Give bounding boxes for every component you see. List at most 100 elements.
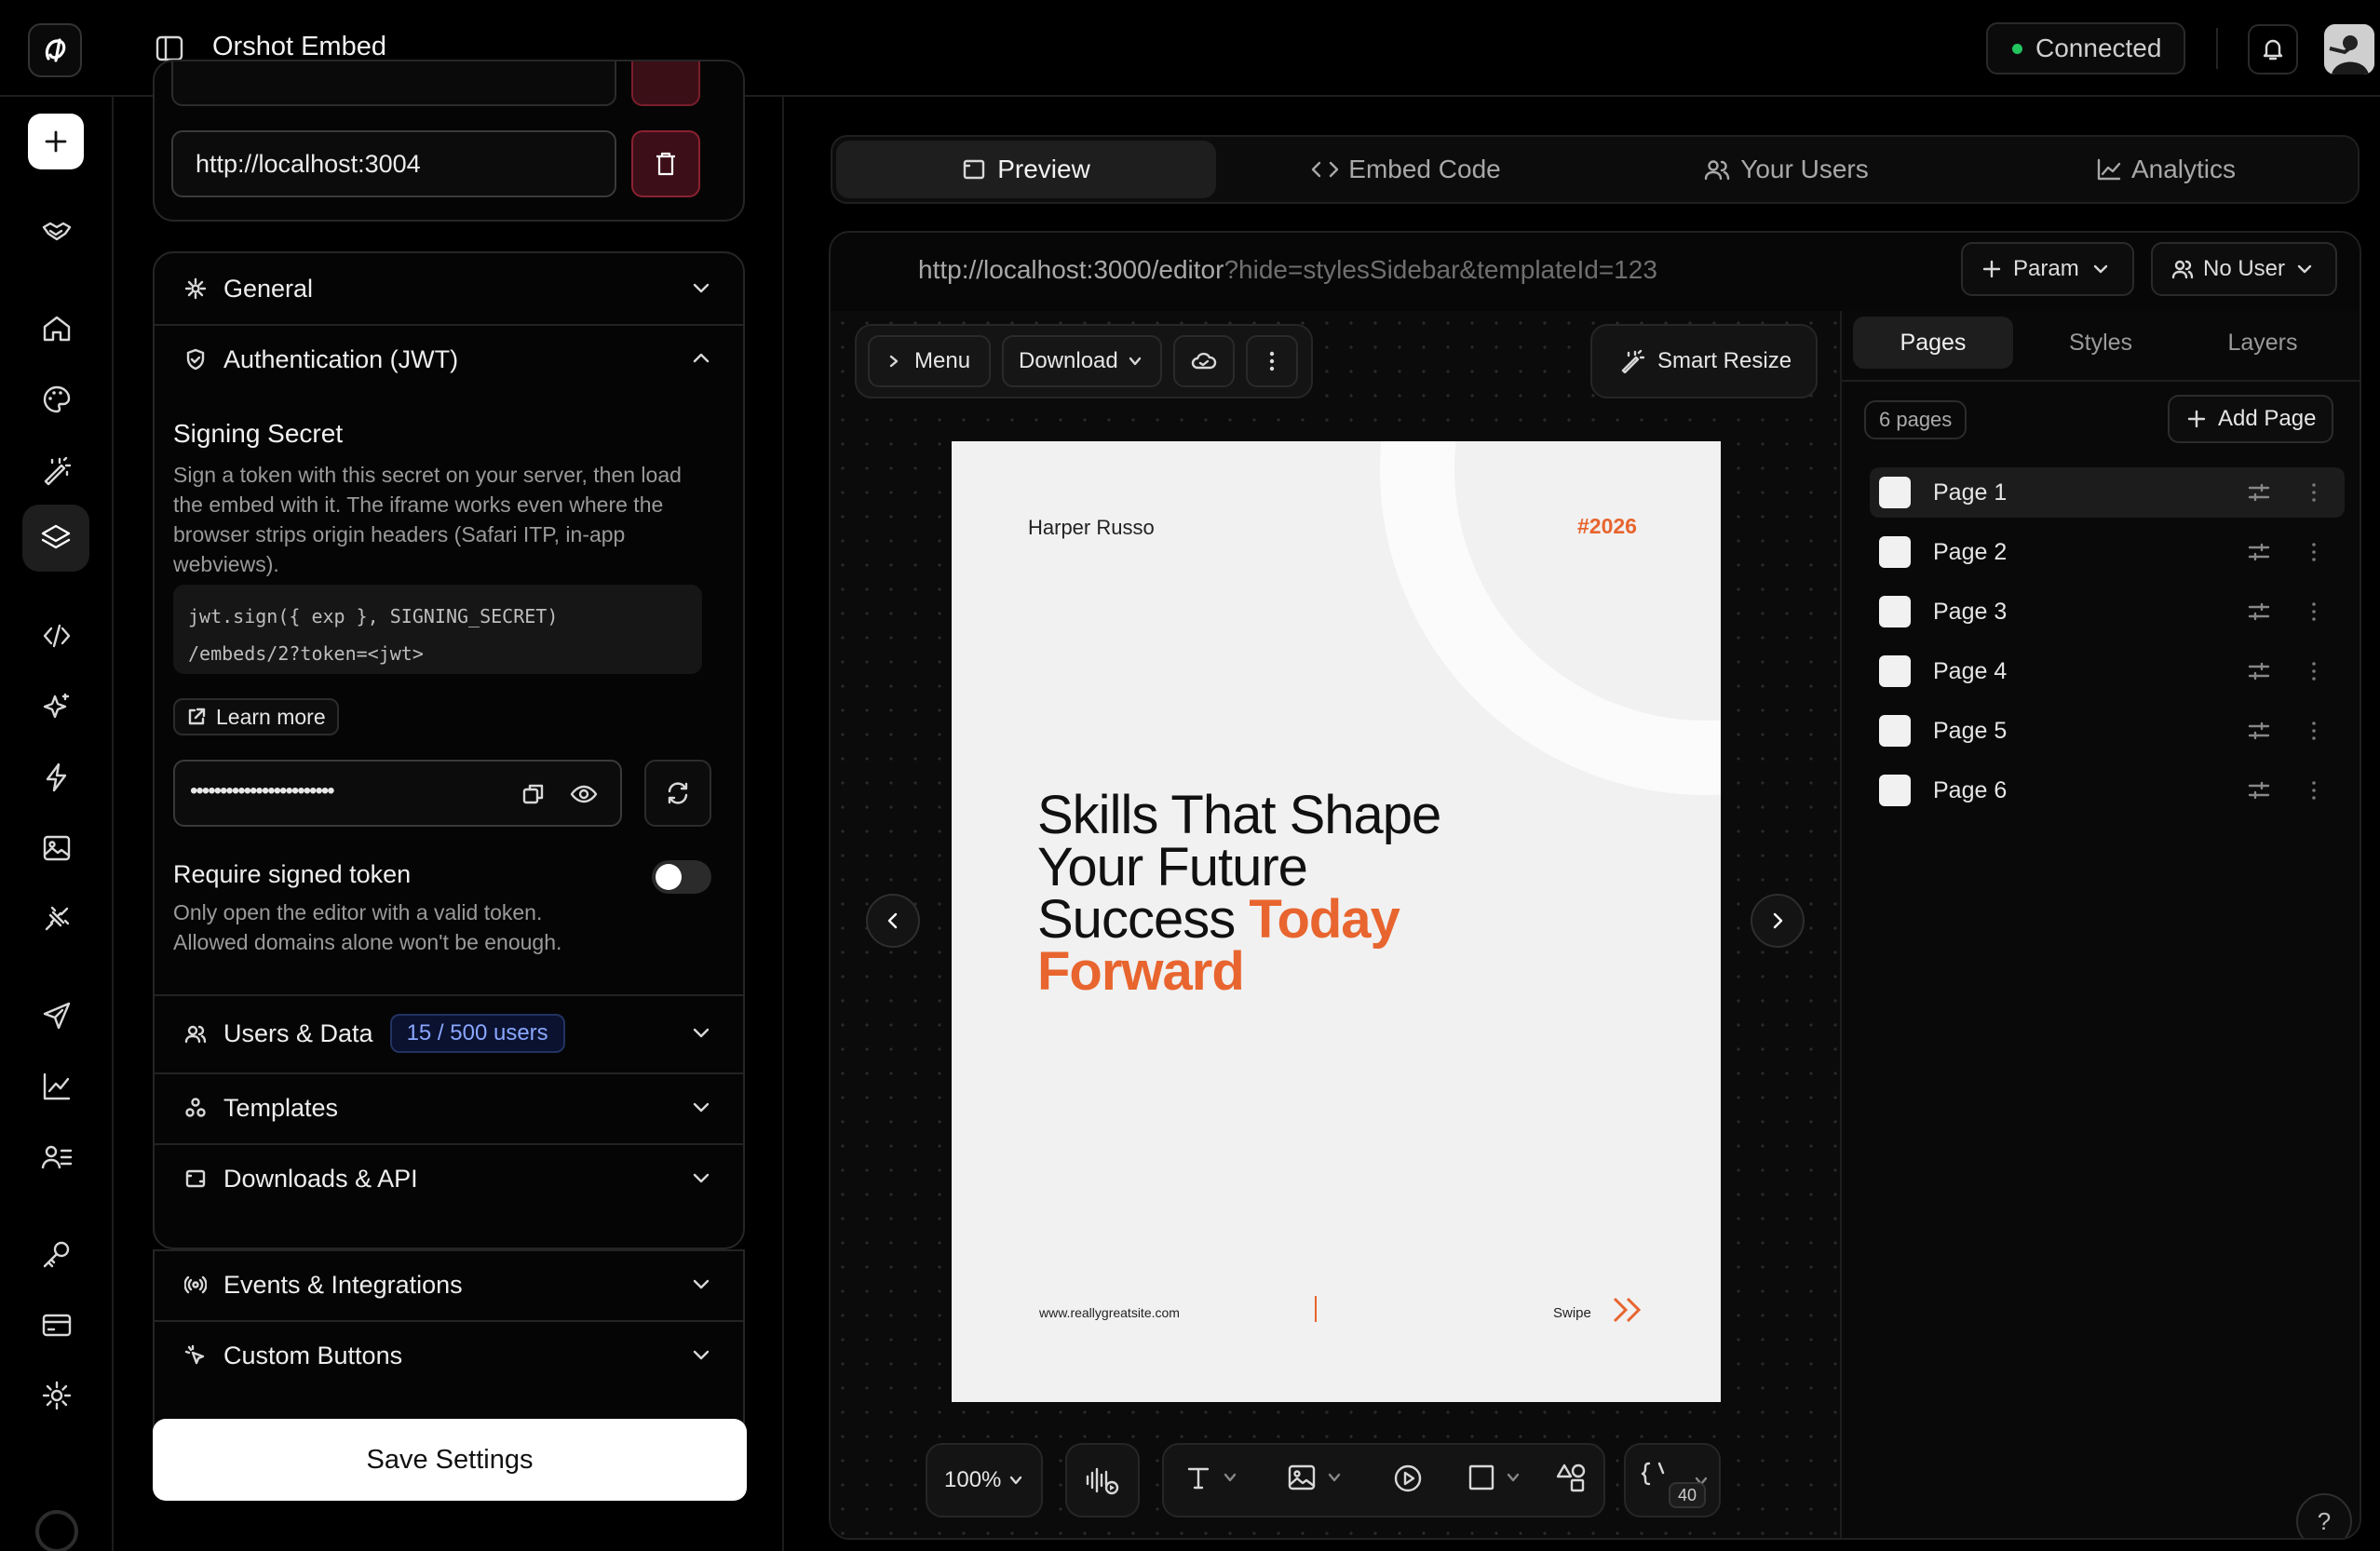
tab-styles[interactable]: Styles [2021, 317, 2181, 369]
require-token-toggle[interactable] [652, 860, 711, 894]
nav-billing[interactable] [41, 1309, 73, 1341]
chevron-down-icon [693, 1028, 710, 1038]
more-vertical-icon[interactable] [2311, 661, 2317, 681]
nav-settings[interactable] [41, 1380, 73, 1411]
tab-preview[interactable]: Preview [836, 141, 1216, 198]
shape-tool[interactable] [1467, 1463, 1520, 1491]
page-item[interactable]: Page 4 [1870, 646, 2345, 696]
image-tool[interactable] [1287, 1463, 1341, 1491]
sliders-icon[interactable] [2248, 542, 2270, 562]
next-page-button[interactable] [1751, 894, 1805, 948]
page-item[interactable]: Page 3 [1870, 587, 2345, 637]
nav-embed[interactable] [22, 505, 89, 572]
tab-your-users[interactable]: Your Users [1596, 141, 1976, 198]
page-item[interactable]: Page 6 [1870, 765, 2345, 816]
elements-tool[interactable] [1555, 1462, 1587, 1493]
more-options-button[interactable] [1246, 335, 1298, 387]
preview-url[interactable]: http://localhost:3000/editor?hide=styles… [918, 255, 1657, 285]
learn-more-link[interactable]: Learn more [173, 698, 339, 735]
author-name: Harper Russo [1028, 516, 1155, 539]
page-item[interactable]: Page 2 [1870, 527, 2345, 577]
eye-icon[interactable] [570, 782, 598, 806]
tab-layers[interactable]: Layers [2183, 317, 2343, 369]
sliders-icon[interactable] [2248, 482, 2270, 503]
remove-domain-button-previous[interactable] [631, 61, 700, 106]
image-icon [1288, 1464, 1316, 1490]
section-downloads-api[interactable]: Downloads & API [155, 1143, 743, 1214]
chevron-down-icon [1010, 1476, 1022, 1485]
add-page-button[interactable]: Add Page [2168, 395, 2333, 443]
nav-brand[interactable] [41, 384, 73, 415]
text-tool[interactable] [1184, 1463, 1237, 1491]
copy-icon[interactable] [521, 782, 546, 806]
sliders-icon[interactable] [2248, 721, 2270, 741]
tab-analytics[interactable]: Analytics [1976, 141, 2356, 198]
nav-magic[interactable] [41, 454, 73, 486]
section-general[interactable]: General [155, 253, 743, 324]
page-item[interactable]: Page 5 [1870, 706, 2345, 756]
nav-integrations[interactable] [41, 903, 73, 935]
audio-button[interactable] [1065, 1443, 1140, 1517]
save-settings-button[interactable]: Save Settings [153, 1419, 747, 1501]
more-vertical-icon[interactable] [2311, 721, 2317, 741]
smart-resize-button[interactable]: Smart Resize [1590, 324, 1818, 398]
help-button[interactable]: ? [2296, 1493, 2352, 1538]
section-users-data[interactable]: Users & Data 15 / 500 users [155, 994, 743, 1072]
sliders-icon[interactable] [2248, 780, 2270, 801]
more-vertical-icon[interactable] [2311, 601, 2317, 622]
sliders-icon[interactable] [2248, 661, 2270, 681]
plus-icon [1982, 260, 2001, 278]
settings-panel: http://localhost:3004 General Authentica… [114, 60, 784, 1551]
menu-button[interactable]: Menu [868, 335, 991, 387]
section-custom-buttons[interactable]: Custom Buttons [155, 1320, 743, 1391]
nav-team[interactable] [41, 1141, 73, 1173]
nav-images[interactable] [41, 832, 73, 864]
domain-input[interactable]: http://localhost:3004 [171, 130, 616, 197]
more-vertical-icon[interactable] [2311, 482, 2317, 503]
editor-canvas[interactable]: Menu Download Smart Resize Harper Russo … [831, 311, 1840, 1538]
tab-pages[interactable]: Pages [1853, 317, 2013, 369]
cloud-save-button[interactable] [1173, 335, 1235, 387]
nav-api-keys[interactable] [41, 1238, 73, 1270]
nav-ai[interactable] [41, 691, 73, 722]
notifications-button[interactable] [2248, 24, 2298, 74]
nav-automation[interactable] [41, 762, 73, 793]
add-param-button[interactable]: Param [1961, 242, 2134, 296]
save-settings-label: Save Settings [366, 1444, 534, 1475]
domain-input-previous[interactable] [171, 61, 616, 106]
variables-button[interactable]: 40 [1624, 1443, 1721, 1517]
nav-publish[interactable] [41, 1000, 73, 1032]
external-link-icon [188, 708, 206, 725]
nav-partners[interactable] [41, 216, 73, 248]
more-vertical-icon[interactable] [2311, 542, 2317, 562]
sliders-icon[interactable] [2248, 601, 2270, 622]
download-button[interactable]: Download [1002, 335, 1162, 387]
zoom-value: 100% [944, 1467, 1002, 1492]
nav-home[interactable] [41, 313, 73, 344]
section-general-label: General [223, 274, 314, 303]
section-templates[interactable]: Templates [155, 1072, 743, 1143]
zoom-control[interactable]: 100% [926, 1443, 1043, 1517]
previous-page-button[interactable] [866, 894, 920, 948]
nav-analytics[interactable] [41, 1071, 73, 1102]
nav-code[interactable] [41, 620, 73, 652]
design-page[interactable]: Harper Russo #2026 Skills That Shape You… [952, 441, 1721, 1402]
regenerate-secret-button[interactable] [644, 760, 711, 827]
page-item[interactable]: Page 1 [1870, 467, 2345, 518]
user-select[interactable]: No User [2151, 242, 2337, 296]
analytics-icon [43, 1072, 71, 1100]
video-tool[interactable] [1393, 1463, 1423, 1493]
signing-secret-input[interactable]: •••••••••••••••••••••••• [173, 760, 622, 827]
section-authentication[interactable]: Authentication (JWT) [155, 324, 743, 395]
remove-domain-button[interactable] [631, 130, 700, 197]
create-button[interactable] [28, 114, 84, 169]
section-downloads-api-label: Downloads & API [223, 1164, 418, 1193]
section-events-integrations[interactable]: Events & Integrations [155, 1249, 743, 1320]
app-logo[interactable] [28, 23, 82, 77]
user-avatar[interactable] [2324, 24, 2374, 74]
tab-embed-code[interactable]: Embed Code [1216, 141, 1596, 198]
status-text: Connected [2035, 34, 2162, 62]
more-vertical-icon[interactable] [2311, 780, 2317, 801]
page-thumbnail [1879, 775, 1911, 806]
sparkle-icon [43, 693, 70, 719]
